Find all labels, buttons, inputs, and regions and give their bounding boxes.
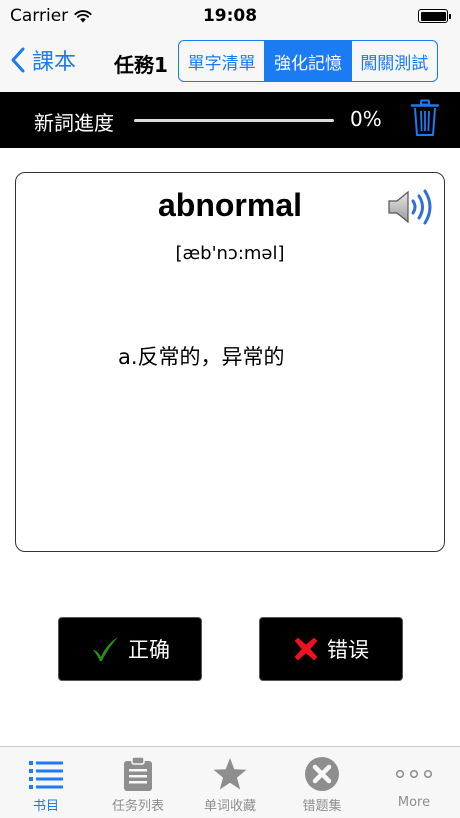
- chevron-left-icon: [11, 47, 25, 73]
- segment-word-list[interactable]: 單字清單: [179, 41, 264, 81]
- correct-button[interactable]: 正确: [58, 617, 202, 681]
- mode-segmented-control: 單字清單 強化記憶 闖關測試: [178, 40, 438, 82]
- wrong-button[interactable]: 错误: [259, 617, 403, 681]
- clipboard-icon: [124, 756, 152, 791]
- segment-reinforce-memory[interactable]: 強化記憶: [264, 41, 351, 81]
- word-card: abnormal [æb'nɔ:məl] a.反常的，异常的: [15, 172, 445, 552]
- tab-label: 单词收藏: [203, 799, 256, 814]
- battery-icon: [418, 9, 451, 23]
- phonetic-text: [æb'nɔ:məl]: [175, 243, 285, 264]
- tab-word-favorites[interactable]: 单词收藏: [184, 747, 276, 818]
- x-circle-icon: [305, 757, 339, 791]
- trash-icon: [410, 99, 440, 136]
- speaker-icon: [388, 189, 432, 225]
- tab-bar: 书目 任务列表 单词收藏 错题集 More: [0, 746, 460, 818]
- segment-level-test[interactable]: 闖關測試: [350, 41, 437, 81]
- back-label: 課本: [32, 50, 77, 75]
- back-button[interactable]: 課本: [10, 44, 76, 76]
- navigation-bar: 課本 任務1 單字清單 強化記憶 闖關測試: [0, 32, 460, 92]
- tab-label: 错题集: [302, 799, 342, 814]
- trash-button[interactable]: [410, 99, 440, 141]
- list-icon: [29, 761, 63, 789]
- tab-label: 任务列表: [111, 799, 164, 814]
- tab-books[interactable]: 书目: [0, 747, 92, 818]
- correct-label: 正确: [128, 638, 170, 662]
- clock: 19:08: [202, 6, 258, 26]
- more-icon: [395, 769, 433, 779]
- checkmark-icon: [93, 637, 118, 661]
- word-text: abnormal: [157, 187, 303, 223]
- progress-value: 0%: [350, 107, 382, 131]
- tab-label: More: [397, 795, 431, 810]
- star-icon: [213, 758, 247, 790]
- status-bar: Carrier 19:08: [0, 0, 460, 32]
- page-title: 任務1: [114, 53, 168, 77]
- wrong-label: 错误: [327, 638, 369, 662]
- progress-label: 新詞進度: [34, 111, 114, 135]
- pronounce-button[interactable]: [386, 187, 438, 231]
- tab-label: 书目: [32, 799, 59, 814]
- cross-icon: [295, 638, 317, 660]
- tab-task-list[interactable]: 任务列表: [92, 747, 184, 818]
- progress-strip: 新詞進度 0%: [0, 92, 460, 148]
- progress-bar: [134, 119, 334, 122]
- tab-more[interactable]: More: [368, 747, 460, 818]
- tab-mistakes[interactable]: 错题集: [276, 747, 368, 818]
- meaning-text: a.反常的，异常的: [118, 345, 285, 369]
